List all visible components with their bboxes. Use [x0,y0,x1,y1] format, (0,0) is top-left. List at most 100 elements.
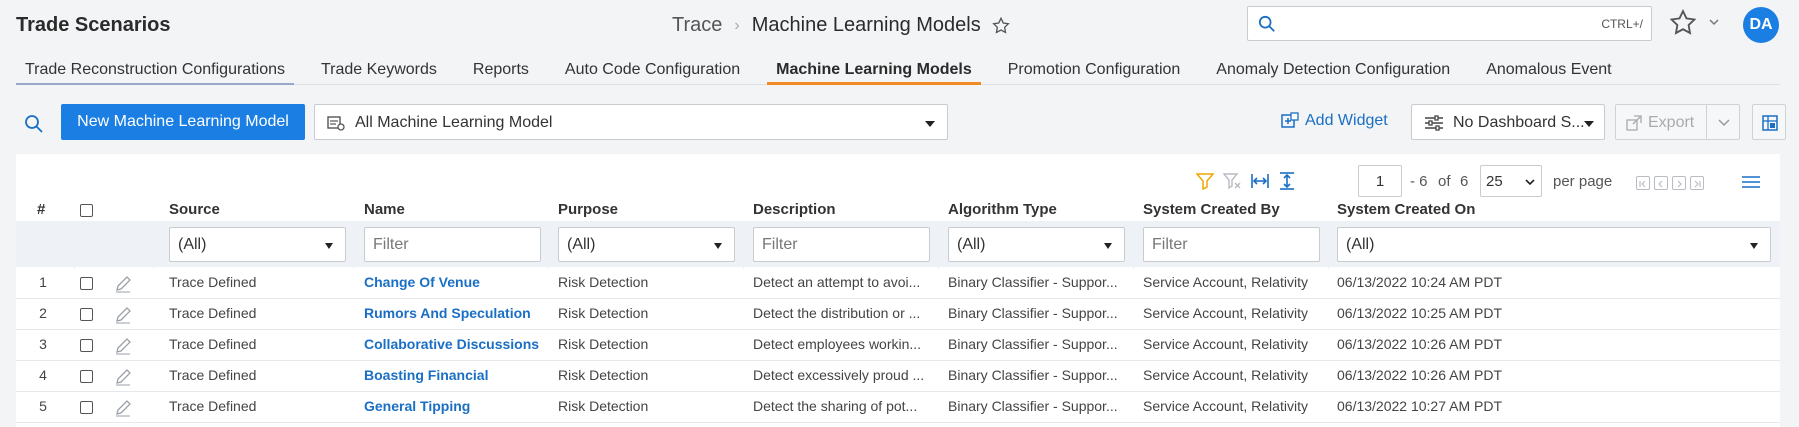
view-icon [327,116,345,131]
pencil-icon[interactable] [114,337,132,355]
per-page-label: per page [1553,173,1613,190]
name-filter-input[interactable]: Filter [364,227,541,262]
tab-reports[interactable]: Reports [464,52,538,85]
fit-columns-icon[interactable] [1251,172,1269,190]
column-header-purpose[interactable]: Purpose [558,201,618,218]
add-widget-label: Add Widget [1305,112,1388,129]
row-checkbox[interactable] [80,370,93,383]
column-header-created-on[interactable]: System Created On [1337,201,1475,218]
export-button[interactable]: Export [1615,104,1707,140]
table-row[interactable]: 5 Trace Defined General Tipping Risk Det… [16,392,1780,423]
caret-down-icon [925,121,935,127]
filter-icon[interactable] [1196,172,1214,190]
cell-name-link[interactable]: Change Of Venue [364,274,480,290]
chevron-down-icon[interactable] [1709,18,1719,26]
cell-name-link[interactable]: General Tipping [364,398,470,414]
grid-settings-button[interactable] [1752,104,1786,140]
cell-source: Trace Defined [169,398,257,414]
algorithm-filter-select[interactable]: (All) [948,227,1125,262]
next-page-button[interactable] [1672,176,1686,190]
new-machine-learning-model-button[interactable]: New Machine Learning Model [61,104,305,140]
column-header-algorithm-type[interactable]: Algorithm Type [948,201,1057,218]
avatar[interactable]: DA [1743,7,1779,43]
global-search[interactable]: CTRL+/ [1247,6,1652,41]
created-on-filter-select[interactable]: (All) [1337,227,1771,262]
pencil-icon[interactable] [114,368,132,386]
caret-down-icon [1104,243,1112,249]
app-title: Trade Scenarios [16,14,171,36]
view-select[interactable]: All Machine Learning Model [314,104,948,140]
description-filter-input[interactable]: Filter [753,227,930,262]
row-checkbox[interactable] [80,401,93,414]
tab-trade-keywords[interactable]: Trade Keywords [312,52,446,85]
chevron-left-icon [1658,180,1663,188]
row-number: 4 [39,367,47,383]
add-widget-button[interactable]: Add Widget [1281,112,1388,130]
page-title: Machine Learning Models [751,14,981,36]
caret-down-icon [325,243,333,249]
purpose-filter-select[interactable]: (All) [558,227,735,262]
dashboard-select[interactable]: No Dashboard S... [1411,104,1605,140]
created-by-filter-input[interactable]: Filter [1143,227,1320,262]
per-page-select[interactable]: 25 [1480,165,1542,197]
favorites-star-icon[interactable] [1668,8,1698,38]
cell-source: Trace Defined [169,305,257,321]
row-checkbox[interactable] [80,339,93,352]
previous-page-button[interactable] [1654,176,1668,190]
star-outline-icon[interactable] [991,16,1011,36]
fit-rows-icon[interactable] [1278,172,1296,190]
column-header-created-by[interactable]: System Created By [1143,201,1280,218]
caret-down-icon [1584,121,1594,127]
clear-filter-icon[interactable] [1223,172,1241,190]
column-header-name[interactable]: Name [364,201,405,218]
cell-created-on: 06/13/2022 10:25 AM PDT [1337,305,1502,321]
column-header-description[interactable]: Description [753,201,836,218]
cell-created-on: 06/13/2022 10:26 AM PDT [1337,367,1502,383]
dashboard-select-value: No Dashboard S... [1453,114,1585,131]
table-row[interactable]: 4 Trace Defined Boasting Financial Risk … [16,361,1780,392]
cell-created-by: Service Account, Relativity [1143,305,1308,321]
export-icon [1626,115,1642,131]
pencil-icon[interactable] [114,306,132,324]
select-all-checkbox[interactable] [80,204,93,217]
cell-name-link[interactable]: Boasting Financial [364,367,488,383]
pencil-icon[interactable] [114,399,132,417]
hamburger-menu-icon[interactable] [1741,175,1761,189]
tab-anomalous-event[interactable]: Anomalous Event [1477,52,1620,85]
cell-created-by: Service Account, Relativity [1143,336,1308,352]
row-number: 2 [39,305,47,321]
breadcrumb-root[interactable]: Trace [672,14,722,37]
cell-name-link[interactable]: Collaborative Discussions [364,336,539,352]
page-number-input[interactable] [1358,165,1402,197]
source-filter-select[interactable]: (All) [169,227,346,262]
search-icon [1258,15,1275,32]
tab-auto-code[interactable]: Auto Code Configuration [556,52,749,85]
tab-trade-reconstruction[interactable]: Trade Reconstruction Configurations [16,52,294,85]
tab-promotion-configuration[interactable]: Promotion Configuration [999,52,1190,85]
global-search-input[interactable] [1286,11,1586,37]
tab-machine-learning-models[interactable]: Machine Learning Models [767,52,981,85]
cell-description: Detect the distribution or ... [753,305,921,321]
column-header-source[interactable]: Source [169,201,220,218]
cell-algorithm: Binary Classifier - Suppor... [948,305,1118,321]
pencil-icon[interactable] [114,275,132,293]
cell-source: Trace Defined [169,274,257,290]
caret-down-icon [1750,243,1758,249]
chevron-right-icon: › [734,16,740,34]
row-checkbox[interactable] [80,308,93,321]
first-page-button[interactable] [1636,176,1650,190]
row-checkbox[interactable] [80,277,93,290]
table-row[interactable]: 2 Trace Defined Rumors And Speculation R… [16,299,1780,330]
cell-created-by: Service Account, Relativity [1143,367,1308,383]
row-number: 1 [39,274,47,290]
table-row[interactable]: 1 Trace Defined Change Of Venue Risk Det… [16,268,1780,299]
tab-anomaly-detection[interactable]: Anomaly Detection Configuration [1207,52,1459,85]
export-menu-button[interactable] [1706,104,1740,140]
search-icon[interactable] [24,114,44,134]
table-row[interactable]: 3 Trace Defined Collaborative Discussion… [16,330,1780,361]
last-page-button[interactable] [1690,176,1704,190]
grid-header: # Source Name Purpose Description Algori… [16,201,1780,221]
cell-purpose: Risk Detection [558,367,649,383]
tab-bar: Trade Reconstruction Configurations Trad… [16,52,1780,85]
cell-name-link[interactable]: Rumors And Speculation [364,305,531,321]
